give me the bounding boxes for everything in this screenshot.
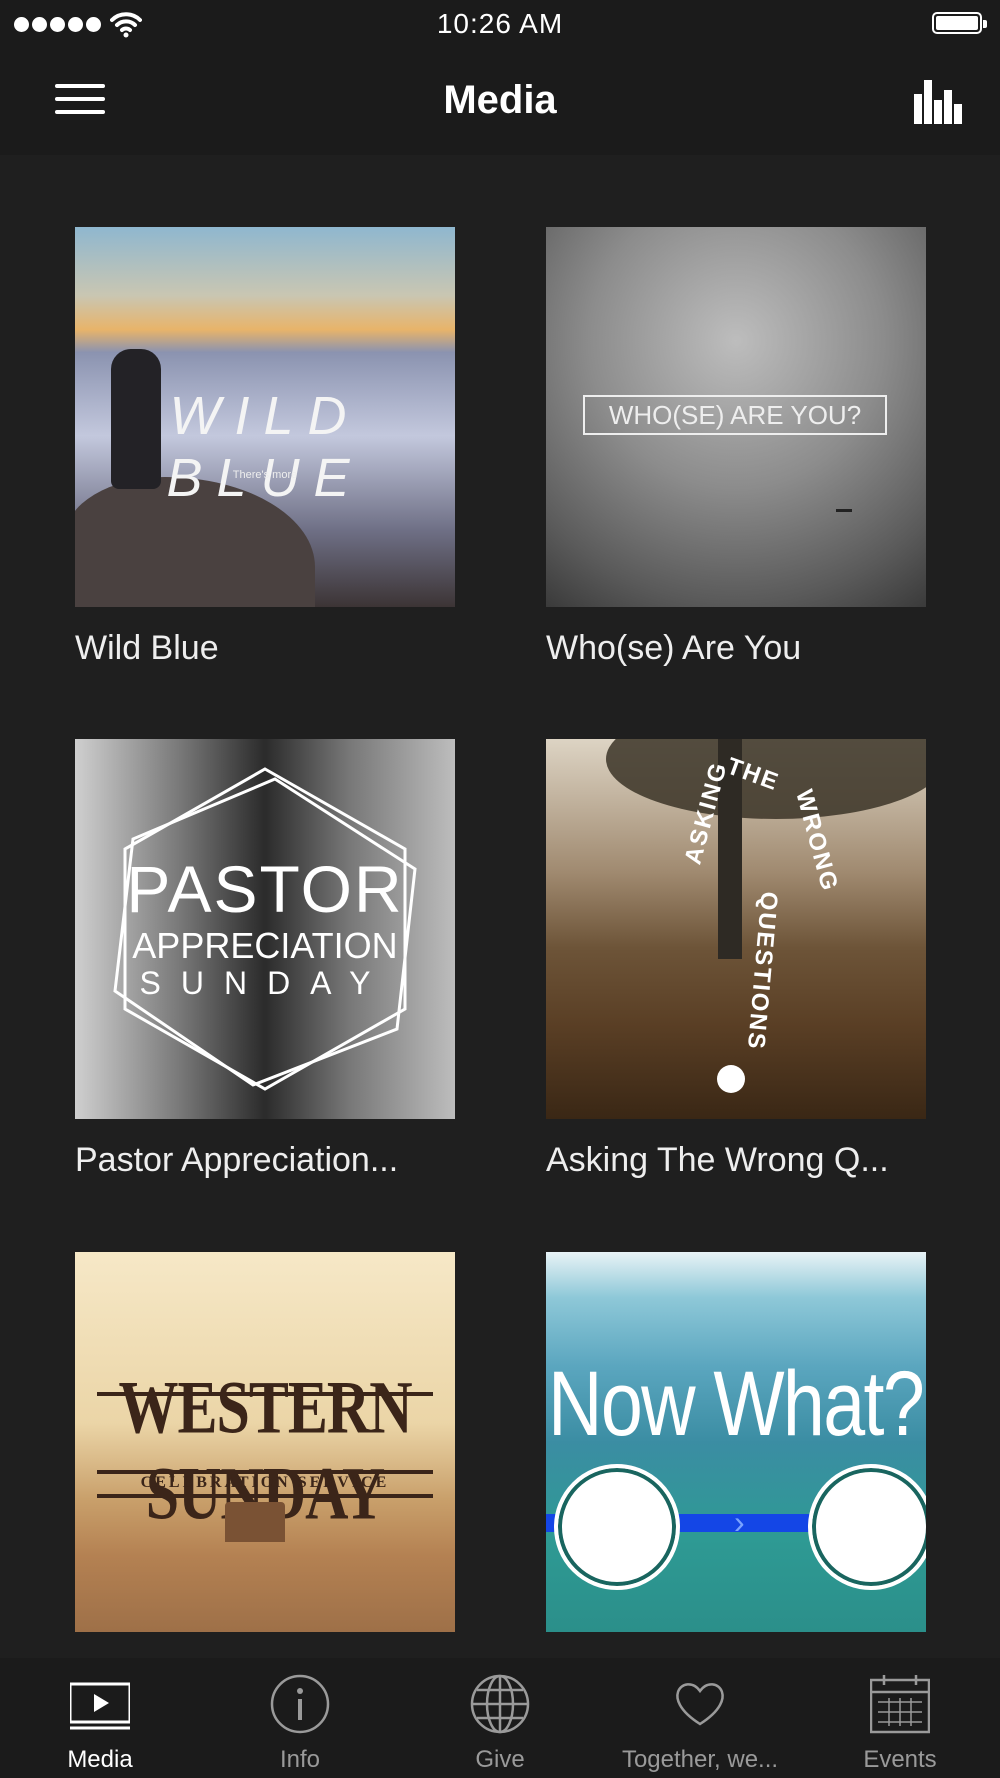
calendar-icon <box>870 1675 930 1734</box>
battery-icon <box>932 12 987 34</box>
media-card-label: Asking The Wrong Q... <box>546 1141 889 1179</box>
media-thumbnail[interactable]: PASTOR APPRECIATION SUNDAY <box>75 739 455 1119</box>
tab-together[interactable]: Together, we... <box>600 1658 800 1778</box>
heart-icon <box>676 1683 724 1726</box>
media-card-label: Who(se) Are You <box>546 629 802 667</box>
art-title-line-1: PASTOR <box>126 852 404 926</box>
art-title: WILD BLUE <box>166 386 364 508</box>
art-title: Now What? <box>548 1353 925 1455</box>
tab-label: Give <box>475 1746 525 1773</box>
art-title-line-3: SUNDAY <box>139 965 391 1001</box>
tab-give[interactable]: Give <box>400 1658 600 1778</box>
status-time: 10:26 AM <box>436 8 564 39</box>
page-title: Media <box>443 78 557 122</box>
chevron-right-icon: › <box>734 1504 745 1540</box>
tab-events[interactable]: Events <box>800 1658 1000 1778</box>
bar-chart-icon[interactable] <box>914 80 962 124</box>
navigation-bar: Media <box>0 50 1000 155</box>
media-thumbnail[interactable]: WILD BLUE There's more <box>75 227 455 607</box>
info-icon <box>270 1674 330 1734</box>
art-subtitle: There's more <box>232 469 298 481</box>
media-thumbnail[interactable]: WESTERN SUNDAY CELEBRATION SERVICE <box>75 1252 455 1632</box>
art-word: QUESTIONS <box>741 890 783 1052</box>
art-title: WHO(SE) ARE YOU? <box>583 395 887 435</box>
art-subtitle: CELEBRATION SERVICE <box>140 1474 390 1491</box>
globe-icon <box>470 1674 530 1734</box>
tab-label: Media <box>67 1746 133 1773</box>
tab-media[interactable]: Media <box>0 1658 200 1778</box>
tab-info[interactable]: Info <box>200 1658 400 1778</box>
bottom-tab-bar: Media Info Give Together, we... Events <box>0 1658 1000 1778</box>
tab-label: Info <box>279 1746 321 1773</box>
tab-label: Together, we... <box>621 1746 779 1773</box>
media-thumbnail[interactable]: Now What? › <box>546 1252 926 1632</box>
play-screen-icon <box>70 1682 130 1730</box>
status-bar: 10:26 AM <box>0 0 1000 50</box>
art-title-line-2: APPRECIATION <box>132 925 398 966</box>
tab-label: Events <box>863 1746 937 1773</box>
media-card-label: Pastor Appreciation... <box>75 1141 399 1179</box>
media-thumbnail[interactable]: ASKING THE WRONG QUESTIONS <box>546 739 926 1119</box>
media-card-label: Wild Blue <box>75 629 219 667</box>
media-thumbnail[interactable]: WHO(SE) ARE YOU? <box>546 227 926 607</box>
